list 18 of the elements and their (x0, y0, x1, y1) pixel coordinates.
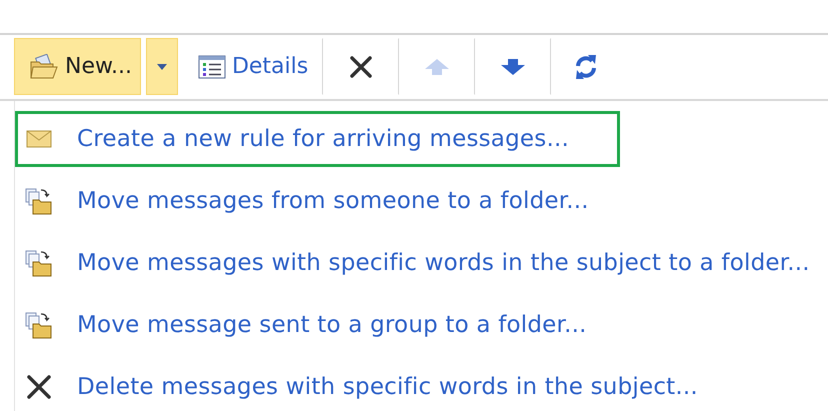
move-to-folder-icon (25, 249, 53, 277)
move-to-folder-icon (25, 311, 53, 339)
list-icon (198, 54, 226, 78)
new-button[interactable]: New... (14, 38, 141, 95)
menu-item[interactable]: Delete messages with specific words in the subject... (15, 359, 701, 411)
folder-icon (29, 54, 59, 80)
menu-item[interactable]: Create a new rule for arriving messages... (15, 111, 620, 167)
envelope-icon (25, 130, 53, 148)
move-to-folder-icon (25, 187, 53, 215)
menu-item[interactable]: Move message sent to a group to a folder... (15, 297, 590, 353)
menu-item[interactable]: Move messages with specific words in the subject to a folder... (15, 235, 813, 291)
up-arrow-icon (425, 58, 450, 74)
down-arrow-icon (501, 58, 526, 74)
caret-icon (156, 64, 167, 70)
delete-icon (25, 374, 53, 400)
delete-icon (349, 54, 374, 78)
menu-item[interactable]: Move messages from someone to a folder... (15, 173, 592, 229)
refresh-icon (574, 52, 598, 80)
